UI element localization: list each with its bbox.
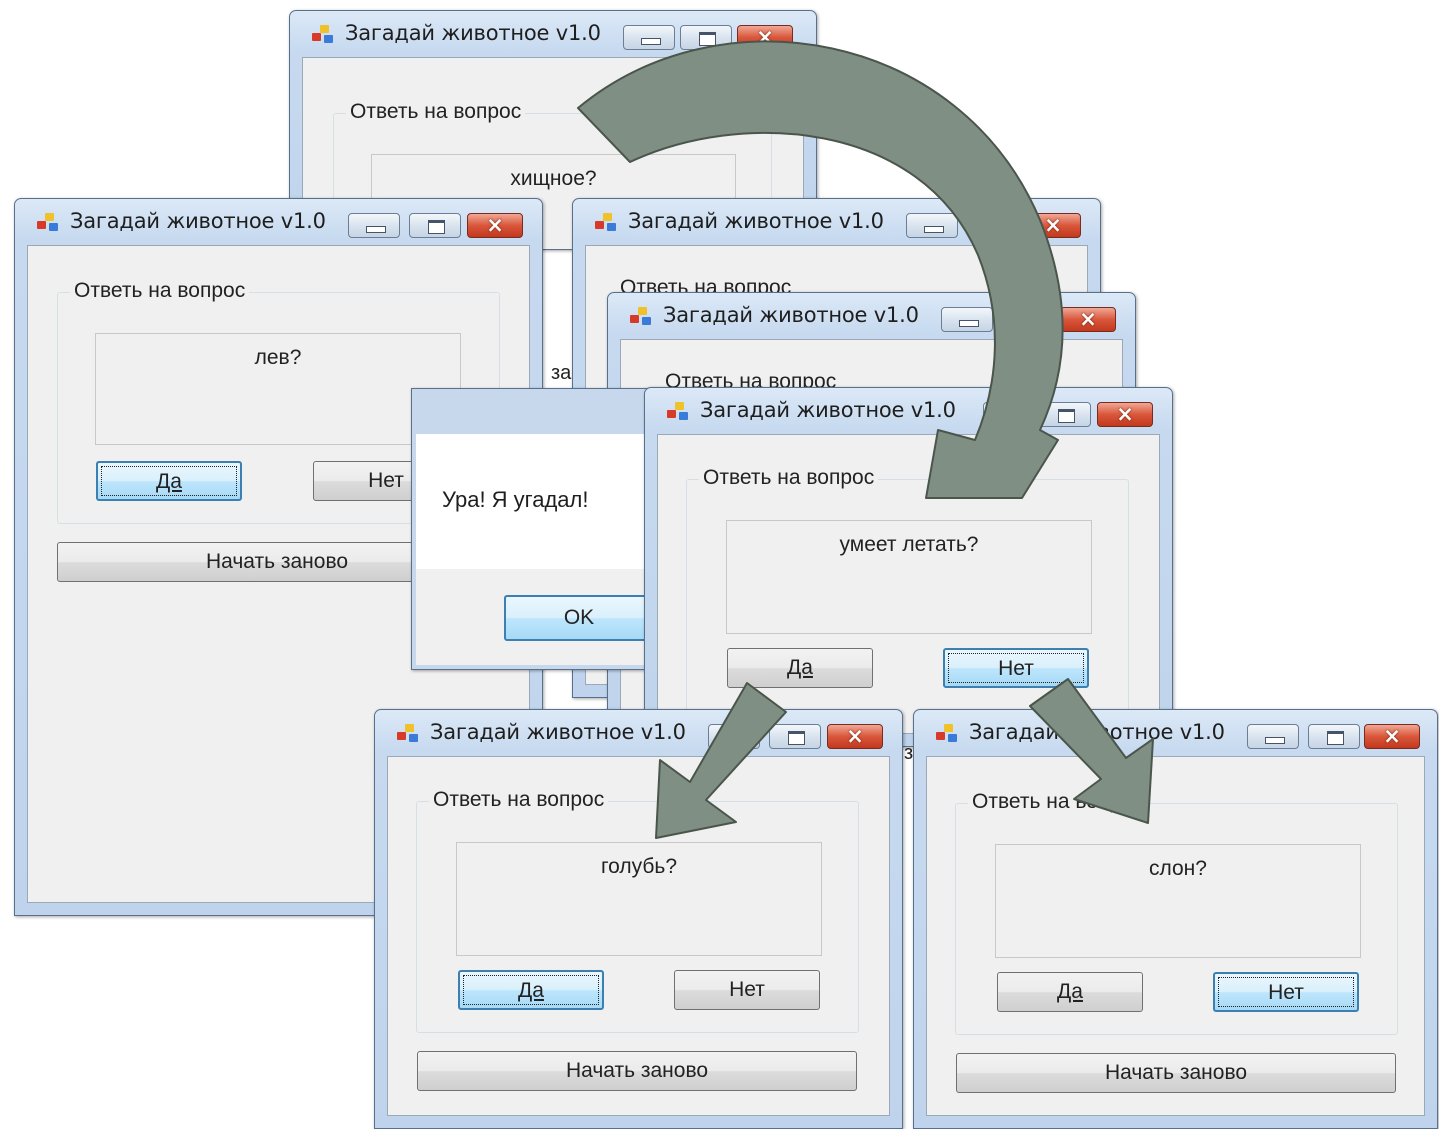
curved-arrow-main [577, 40, 1064, 499]
arrow-to-elephant [1029, 678, 1154, 824]
flow-arrows [577, 40, 1154, 839]
arrow-to-pigeon [655, 682, 787, 839]
